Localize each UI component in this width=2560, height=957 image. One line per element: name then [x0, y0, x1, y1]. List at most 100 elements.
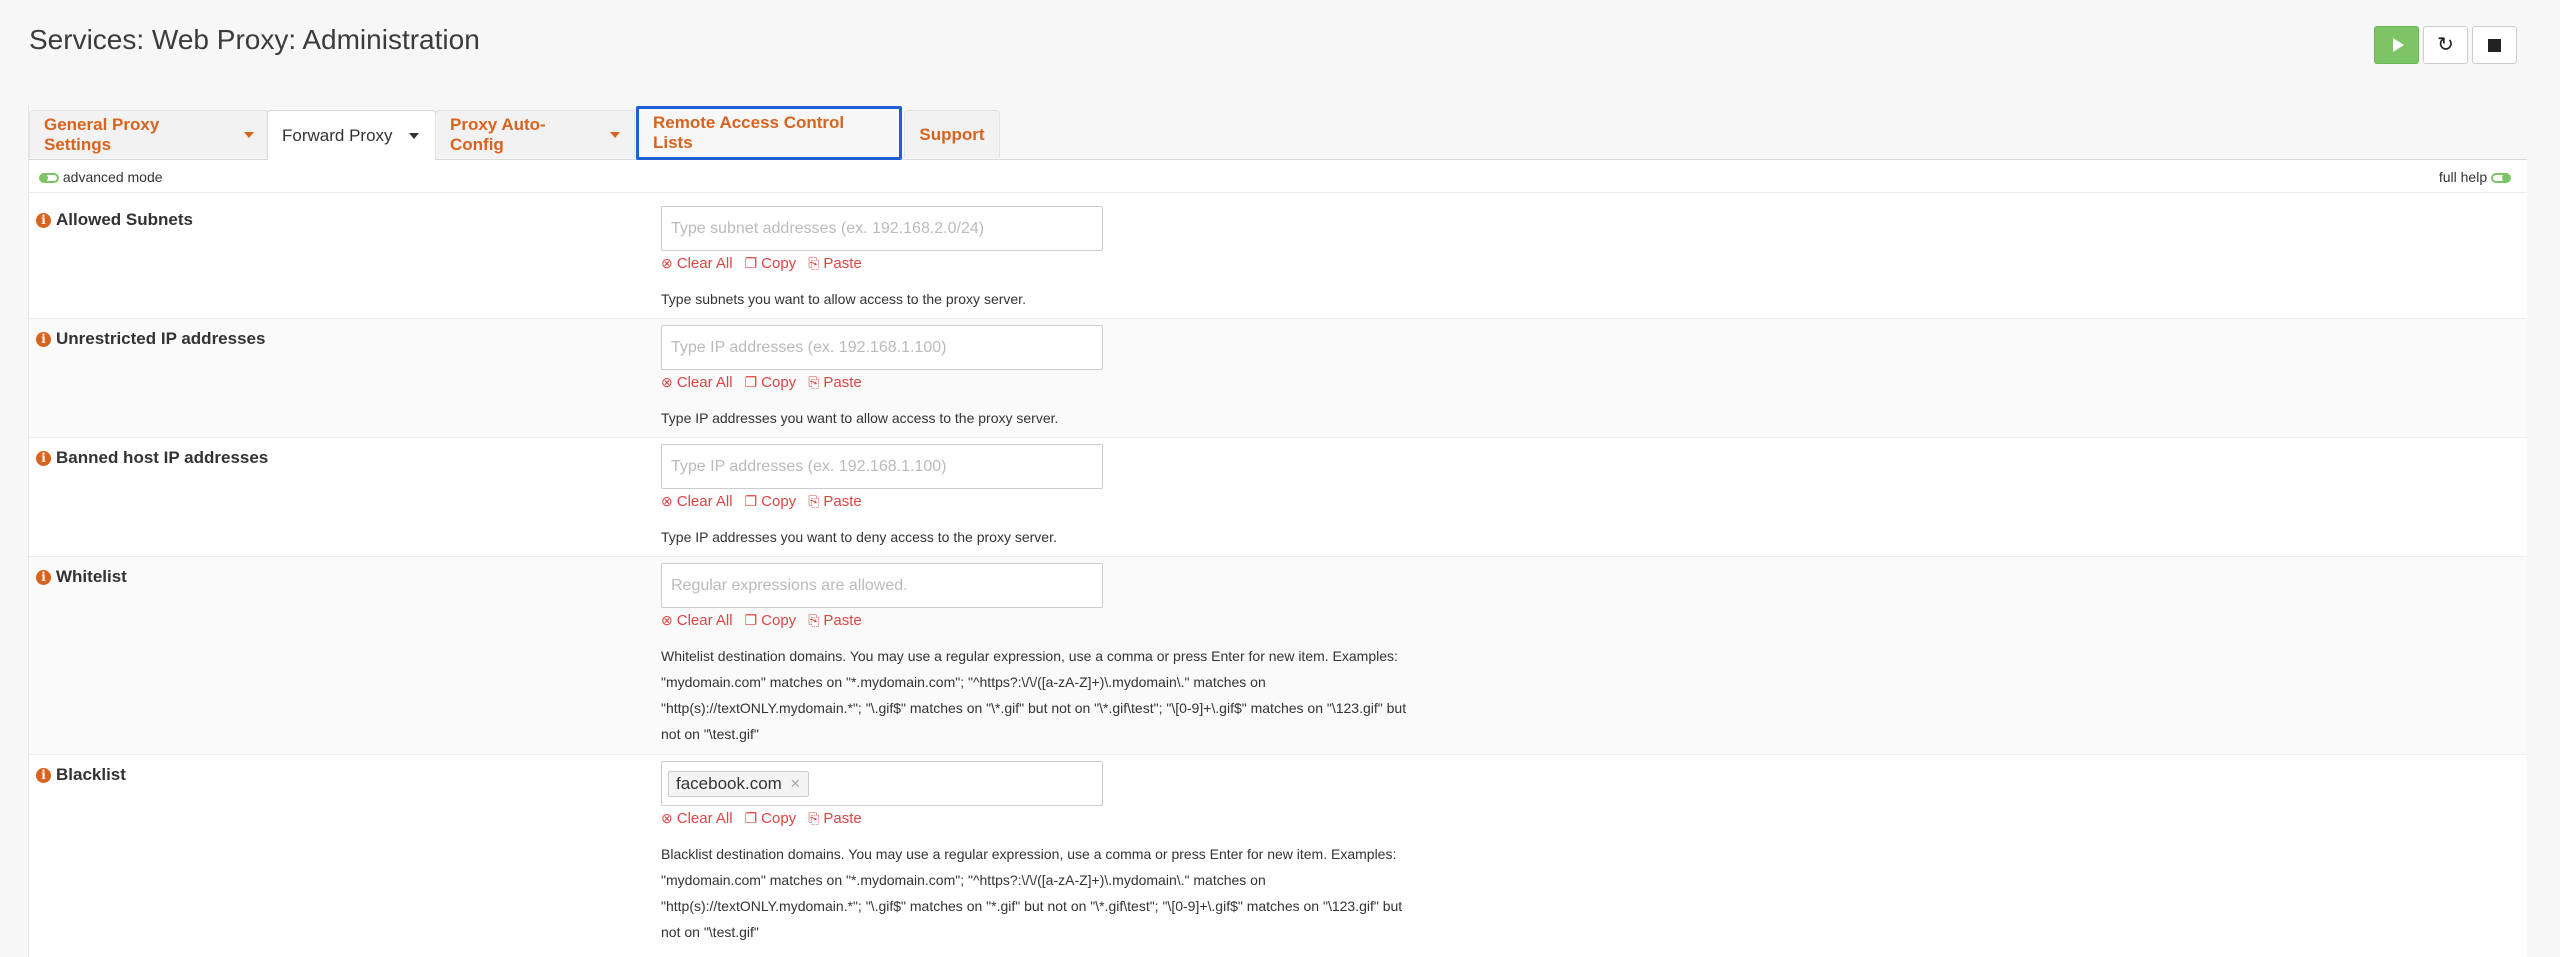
copy-button[interactable]: ❐ Copy [745, 612, 797, 629]
tab-label: Support [919, 124, 985, 144]
paste-button[interactable]: ⎘ Paste [808, 612, 862, 629]
copy-label: Copy [761, 612, 797, 629]
remove-tag-icon[interactable]: ✕ [790, 776, 801, 792]
row-banned-host-ip: i Banned host IP addresses Type IP addre… [29, 438, 2527, 557]
copy-icon: ❐ [744, 493, 758, 509]
tab-proxy-auto-config[interactable]: Proxy Auto-Config [435, 110, 635, 158]
tab-general-proxy-settings[interactable]: General Proxy Settings [29, 110, 269, 158]
copy-button[interactable]: ❐ Copy [745, 255, 797, 272]
field-container: Type IP addresses (ex. 192.168.1.100) ⊗ C… [661, 444, 1293, 550]
main-content: General Proxy Settings Forward Proxy Pro… [28, 106, 2527, 957]
info-icon[interactable]: i [36, 212, 51, 228]
blacklist-input[interactable]: facebook.com ✕ [661, 761, 1103, 806]
paste-label: Paste [823, 612, 862, 629]
unrestricted-ip-input[interactable]: Type IP addresses (ex. 192.168.1.100) [661, 325, 1103, 370]
stop-service-button[interactable] [2472, 26, 2517, 64]
restart-service-button[interactable]: ↻ [2423, 26, 2468, 64]
copy-button[interactable]: ❐ Copy [745, 374, 797, 391]
field-container: Type subnet addresses (ex. 192.168.2.0/2… [661, 206, 1293, 312]
caret-down-icon[interactable] [408, 132, 419, 139]
info-icon[interactable]: i [36, 569, 51, 585]
paste-button[interactable]: ⎘ Paste [808, 374, 862, 391]
info-icon[interactable]: i [36, 767, 51, 783]
advanced-mode-label: advanced mode [62, 169, 163, 185]
paste-icon: ⎘ [808, 493, 820, 509]
help-text: Whitelist destination domains. You may u… [661, 643, 1481, 747]
tag-label: facebook.com [676, 773, 782, 793]
copy-button[interactable]: ❐ Copy [745, 810, 797, 827]
clear-all-label: Clear All [676, 493, 733, 510]
label-text: Allowed Subnets [56, 210, 193, 229]
help-line: "http(s)://textONLY.mydomain.*"; "\.gif$… [661, 700, 1407, 716]
close-circle-icon: ⊗ [661, 810, 673, 826]
clear-all-button[interactable]: ⊗ Clear All [661, 493, 733, 510]
banned-ip-input[interactable]: Type IP addresses (ex. 192.168.1.100) [661, 444, 1103, 489]
row-allowed-subnets: i Allowed Subnets Type subnet addresses … [29, 200, 2527, 319]
play-icon [2392, 38, 2404, 52]
caret-down-icon[interactable] [610, 131, 620, 138]
paste-icon: ⎘ [808, 810, 820, 826]
row-unrestricted-ip: i Unrestricted IP addresses Type IP addr… [29, 319, 2527, 438]
label-text: Blacklist [56, 765, 126, 784]
help-line: not on "\test.gif" [661, 924, 759, 940]
label-text: Unrestricted IP addresses [56, 329, 266, 348]
tab-label: Forward Proxy [282, 125, 393, 145]
copy-icon: ❐ [744, 255, 758, 271]
copy-label: Copy [761, 493, 797, 510]
paste-button[interactable]: ⎘ Paste [808, 255, 862, 272]
toggle-icon[interactable] [39, 173, 59, 184]
whitelist-input[interactable]: Regular expressions are allowed. [661, 563, 1103, 608]
input-placeholder: Type IP addresses (ex. 192.168.1.100) [671, 457, 947, 475]
paste-button[interactable]: ⎘ Paste [808, 810, 862, 827]
help-line: "mydomain.com" matches on "*.mydomain.co… [661, 674, 1266, 690]
tab-support[interactable]: Support [904, 110, 1000, 158]
info-icon[interactable]: i [36, 331, 51, 347]
help-line: Blacklist destination domains. You may u… [661, 846, 1397, 862]
mode-bar: advanced mode full help [29, 164, 2527, 193]
help-line: Whitelist destination domains. You may u… [661, 648, 1398, 664]
full-help-label: full help [2438, 169, 2488, 185]
field-label: i Blacklist [36, 765, 126, 785]
paste-label: Paste [823, 374, 862, 391]
field-actions: ⊗ Clear All ❐ Copy ⎘ Paste [661, 255, 1293, 272]
help-line: "http(s)://textONLY.mydomain.*"; "\.gif$… [661, 898, 1403, 914]
clear-all-label: Clear All [676, 612, 733, 629]
full-help-toggle[interactable]: full help [2439, 169, 2511, 185]
help-line: "mydomain.com" matches on "*.mydomain.co… [661, 872, 1266, 888]
domain-tag: facebook.com ✕ [668, 770, 809, 797]
toggle-icon[interactable] [2491, 173, 2511, 184]
paste-icon: ⎘ [808, 255, 820, 271]
caret-down-icon[interactable] [244, 131, 254, 138]
paste-button[interactable]: ⎘ Paste [808, 493, 862, 510]
label-text: Whitelist [56, 567, 127, 586]
close-circle-icon: ⊗ [661, 493, 673, 509]
label-text: Banned host IP addresses [56, 448, 269, 467]
row-blacklist: i Blacklist facebook.com ✕ ⊗ Clear All ❐ C… [29, 755, 2527, 957]
tab-forward-proxy[interactable]: Forward Proxy [267, 110, 436, 160]
start-service-button[interactable] [2374, 26, 2419, 64]
clear-all-label: Clear All [676, 374, 733, 391]
input-placeholder: Type subnet addresses (ex. 192.168.2.0/2… [671, 219, 985, 237]
clear-all-button[interactable]: ⊗ Clear All [661, 810, 733, 827]
field-label: i Banned host IP addresses [36, 448, 268, 468]
tab-remote-access-control-lists[interactable]: Remote Access Control Lists [636, 106, 902, 160]
field-actions: ⊗ Clear All ❐ Copy ⎘ Paste [661, 493, 1293, 510]
tab-label: General Proxy Settings [44, 114, 160, 154]
field-actions: ⊗ Clear All ❐ Copy ⎘ Paste [661, 374, 1293, 391]
subnets-input[interactable]: Type subnet addresses (ex. 192.168.2.0/2… [661, 206, 1103, 251]
tab-label: Remote Access Control Lists [653, 113, 845, 152]
paste-icon: ⎘ [808, 374, 820, 390]
copy-button[interactable]: ❐ Copy [745, 493, 797, 510]
advanced-mode-toggle[interactable]: advanced mode [39, 169, 163, 185]
page-title: Services: Web Proxy: Administration [29, 24, 480, 55]
field-actions: ⊗ Clear All ❐ Copy ⎘ Paste [661, 810, 1293, 827]
clear-all-button[interactable]: ⊗ Clear All [661, 374, 733, 391]
stop-icon [2488, 38, 2501, 52]
copy-icon: ❐ [744, 374, 758, 390]
clear-all-button[interactable]: ⊗ Clear All [661, 612, 733, 629]
help-text: Blacklist destination domains. You may u… [661, 841, 1481, 945]
help-text: Type IP addresses you want to allow acce… [661, 410, 1059, 426]
help-text: Type subnets you want to allow access to… [661, 291, 1026, 307]
clear-all-button[interactable]: ⊗ Clear All [661, 255, 733, 272]
info-icon[interactable]: i [36, 450, 51, 466]
